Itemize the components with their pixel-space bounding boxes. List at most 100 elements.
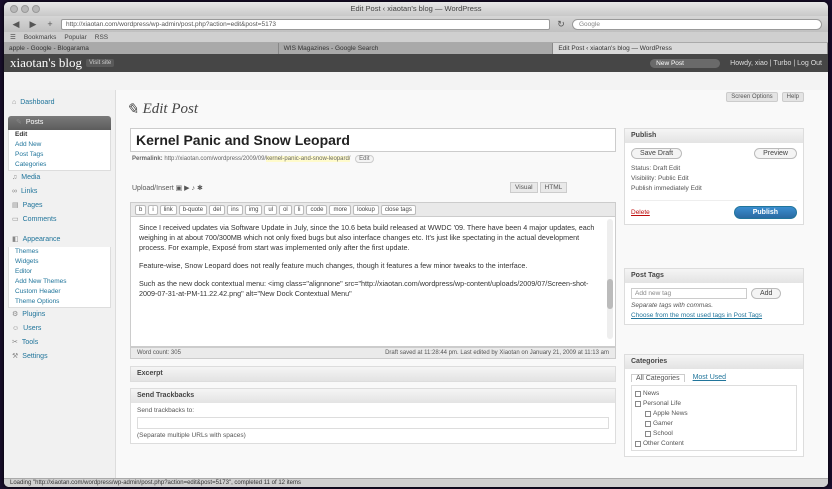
choose-tags-link[interactable]: Choose from the most used tags in Post T…	[631, 312, 797, 319]
add-video-icon[interactable]: ▶	[184, 185, 189, 192]
blog-name[interactable]: xiaotan's blog	[10, 55, 82, 71]
page-icon: ▤	[12, 202, 19, 209]
checkbox[interactable]	[645, 411, 651, 417]
add-audio-icon[interactable]: ♪	[192, 185, 196, 192]
qt-link[interactable]: link	[159, 204, 177, 215]
qt-li[interactable]: li	[293, 204, 305, 215]
submenu-theme-options[interactable]: Theme Options	[9, 297, 110, 307]
qt-more[interactable]: more	[329, 204, 352, 215]
category-item[interactable]: Apple News	[635, 409, 793, 419]
submenu-custom-header[interactable]: Custom Header	[9, 287, 110, 297]
menu-posts[interactable]: ✎ Posts	[8, 116, 111, 130]
add-tag-button[interactable]: Add	[751, 288, 782, 299]
zoom-window-button[interactable]	[32, 5, 40, 13]
add-image-icon[interactable]: ▣	[176, 185, 183, 192]
menu-dashboard[interactable]: ⌂ Dashboard	[4, 96, 115, 110]
category-item[interactable]: Gamer	[635, 419, 793, 429]
add-media-icon[interactable]: ✱	[197, 185, 203, 192]
menu-pages[interactable]: ▤ Pages	[4, 199, 115, 213]
browser-tab[interactable]: apple - Google - Blogarama	[4, 43, 279, 54]
bookmark-item[interactable]: Popular	[64, 34, 86, 41]
tab-html[interactable]: HTML	[539, 182, 568, 193]
qt-img[interactable]: img	[244, 204, 263, 215]
menu-links[interactable]: ∞ Links	[4, 185, 115, 199]
delete-link[interactable]: Delete	[631, 209, 650, 216]
help-button[interactable]: Help	[781, 92, 804, 102]
save-draft-button[interactable]: Save Draft	[631, 148, 683, 159]
back-icon[interactable]: ◀	[10, 19, 22, 30]
checkbox[interactable]	[635, 441, 641, 447]
minimize-window-button[interactable]	[21, 5, 29, 13]
qt-lookup[interactable]: lookup	[353, 204, 379, 215]
permalink-slug[interactable]: kernel-panic-and-snow-leopard/	[266, 156, 351, 162]
submenu-add-new-themes[interactable]: Add New Themes	[9, 277, 110, 287]
preview-button[interactable]: Preview	[754, 148, 797, 159]
post-status[interactable]: Status: Draft Edit	[631, 165, 797, 172]
search-input[interactable]: Google	[572, 18, 822, 30]
menu-tools[interactable]: ✂ Tools	[4, 336, 115, 350]
publish-schedule[interactable]: Publish immediately Edit	[631, 185, 797, 192]
checkbox[interactable]	[645, 431, 651, 437]
browser-tab-active[interactable]: Edit Post ‹ xiaotan's blog — WordPress	[553, 43, 828, 54]
bookmark-item[interactable]: RSS	[95, 34, 108, 41]
checkbox[interactable]	[635, 401, 641, 407]
excerpt-header[interactable]: Excerpt	[131, 367, 615, 381]
tab-visual[interactable]: Visual	[510, 182, 538, 193]
checkbox[interactable]	[635, 391, 641, 397]
close-window-button[interactable]	[10, 5, 18, 13]
bookmark-item[interactable]: Bookmarks	[24, 34, 57, 41]
submenu-edit[interactable]: Edit	[9, 130, 110, 140]
add-bookmark-icon[interactable]: +	[44, 19, 56, 29]
submenu-add-new[interactable]: Add New	[9, 140, 110, 150]
qt-bold[interactable]: b	[135, 204, 147, 215]
submenu-themes[interactable]: Themes	[9, 247, 110, 257]
checkbox[interactable]	[645, 421, 651, 427]
tags-header[interactable]: Post Tags	[625, 269, 803, 283]
qt-del[interactable]: del	[209, 204, 226, 215]
category-item[interactable]: School	[635, 429, 793, 439]
submenu-categories[interactable]: Categories	[9, 160, 110, 170]
qt-code[interactable]: code	[306, 204, 328, 215]
new-tag-input[interactable]: Add new tag	[631, 288, 747, 299]
reload-icon[interactable]: ↻	[555, 19, 567, 30]
post-title-input[interactable]: Kernel Panic and Snow Leopard	[130, 128, 616, 152]
forward-icon[interactable]: ▶	[27, 19, 39, 30]
publish-header[interactable]: Publish	[625, 129, 803, 143]
post-content-textarea[interactable]: Since I received updates via Software Up…	[130, 217, 616, 347]
tab-all-categories[interactable]: All Categories	[631, 374, 685, 382]
qt-italic[interactable]: i	[148, 204, 158, 215]
category-item[interactable]: Personal Life	[635, 399, 793, 409]
trackbacks-header[interactable]: Send Trackbacks	[131, 389, 615, 403]
menu-comments[interactable]: ▭ Comments	[4, 213, 115, 227]
submenu-post-tags[interactable]: Post Tags	[9, 150, 110, 160]
menu-users[interactable]: ☺ Users	[4, 322, 115, 336]
qt-ul[interactable]: ul	[264, 204, 278, 215]
publish-button[interactable]: Publish	[733, 206, 797, 219]
browser-tab[interactable]: WIS Magazines - Google Search	[279, 43, 554, 54]
qt-ins[interactable]: ins	[227, 204, 243, 215]
category-item[interactable]: Other Content	[635, 439, 793, 449]
submenu-editor[interactable]: Editor	[9, 267, 110, 277]
address-bar[interactable]: http://xiaotan.com/wordpress/wp-admin/po…	[61, 18, 550, 30]
trackbacks-input[interactable]	[137, 417, 609, 429]
post-visibility[interactable]: Visibility: Public Edit	[631, 175, 797, 182]
user-nav[interactable]: Howdy, xiao | Turbo | Log Out	[730, 60, 822, 67]
edit-permalink-button[interactable]: Edit	[355, 155, 374, 163]
qt-blockquote[interactable]: b-quote	[178, 204, 208, 215]
qt-close-tags[interactable]: close tags	[380, 204, 416, 215]
category-item[interactable]: News	[635, 389, 793, 399]
scrollbar-thumb[interactable]	[607, 279, 613, 309]
submenu-widgets[interactable]: Widgets	[9, 257, 110, 267]
visit-site-button[interactable]: Visit site	[86, 59, 115, 67]
qt-ol[interactable]: ol	[279, 204, 292, 215]
favorite-actions-dropdown[interactable]: New Post	[650, 58, 721, 68]
menu-settings[interactable]: ⚒ Settings	[4, 350, 115, 364]
editor-scrollbar[interactable]	[607, 219, 613, 339]
tab-most-used[interactable]: Most Used	[693, 374, 726, 382]
categories-header[interactable]: Categories	[625, 355, 803, 369]
menu-plugins[interactable]: ⚙ Plugins	[4, 308, 115, 322]
screen-options-button[interactable]: Screen Options	[726, 92, 778, 102]
menu-appearance[interactable]: ◧ Appearance	[4, 233, 115, 247]
bookmarks-icon[interactable]: ☰	[10, 33, 16, 41]
menu-media[interactable]: ♫ Media	[4, 171, 115, 185]
